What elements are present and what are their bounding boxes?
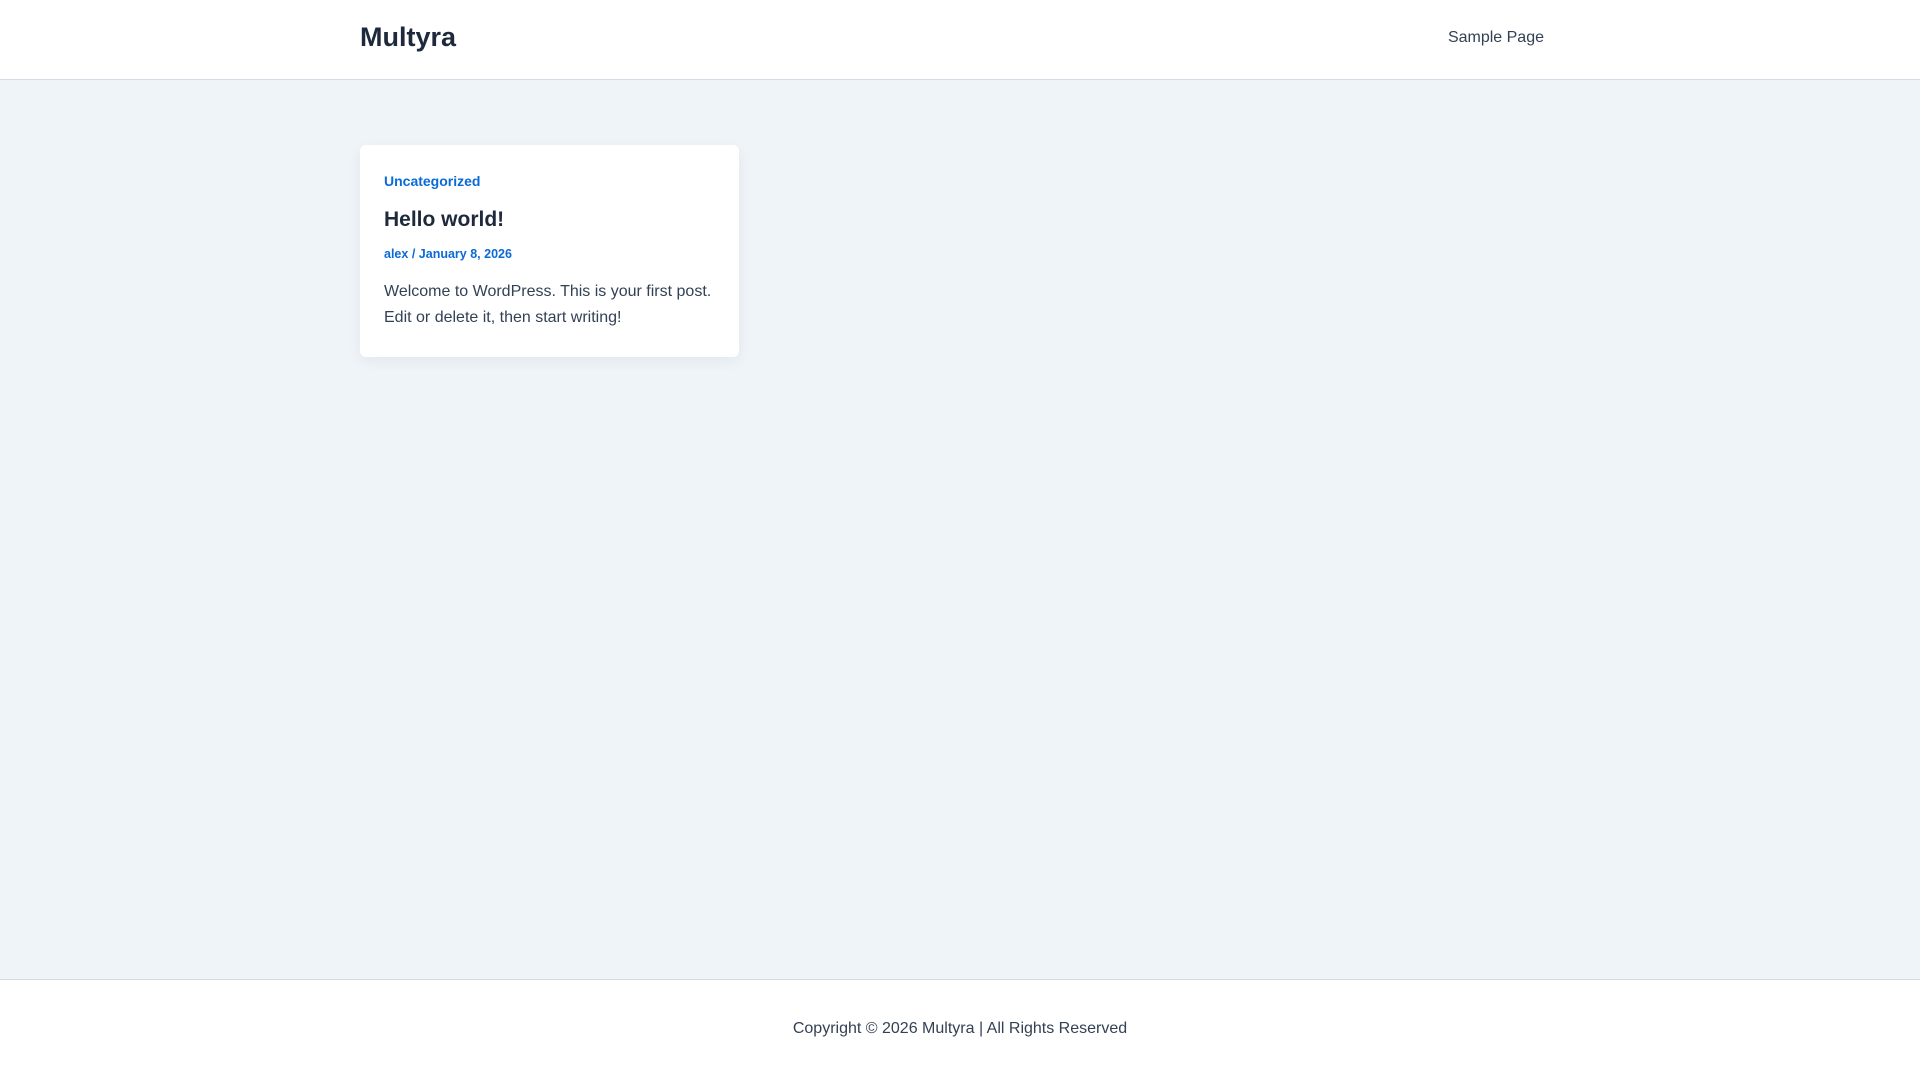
post-author-link[interactable]: alex (384, 247, 408, 261)
post-meta: alex / January 8, 2026 (384, 247, 512, 261)
copyright-text: Copyright © 2026 Multyra | All Rights Re… (792, 1020, 1128, 1037)
post-category-link[interactable]: Uncategorized (384, 173, 480, 189)
site-footer: Copyright © 2026 Multyra | All Rights Re… (0, 979, 1920, 1080)
post-title[interactable]: Hello world! (384, 208, 504, 232)
post-excerpt: Welcome to WordPress. This is your first… (384, 283, 712, 326)
nav-item-sample-page[interactable]: Sample Page (1448, 29, 1544, 47)
post-card: Uncategorized Hello world! alex / Januar… (360, 145, 739, 357)
post-date-link[interactable]: January 8, 2026 (419, 247, 512, 261)
site-title-link[interactable]: Multyra (360, 22, 456, 53)
site-header: Multyra Sample Page (0, 0, 1920, 80)
meta-separator: / (411, 247, 416, 261)
